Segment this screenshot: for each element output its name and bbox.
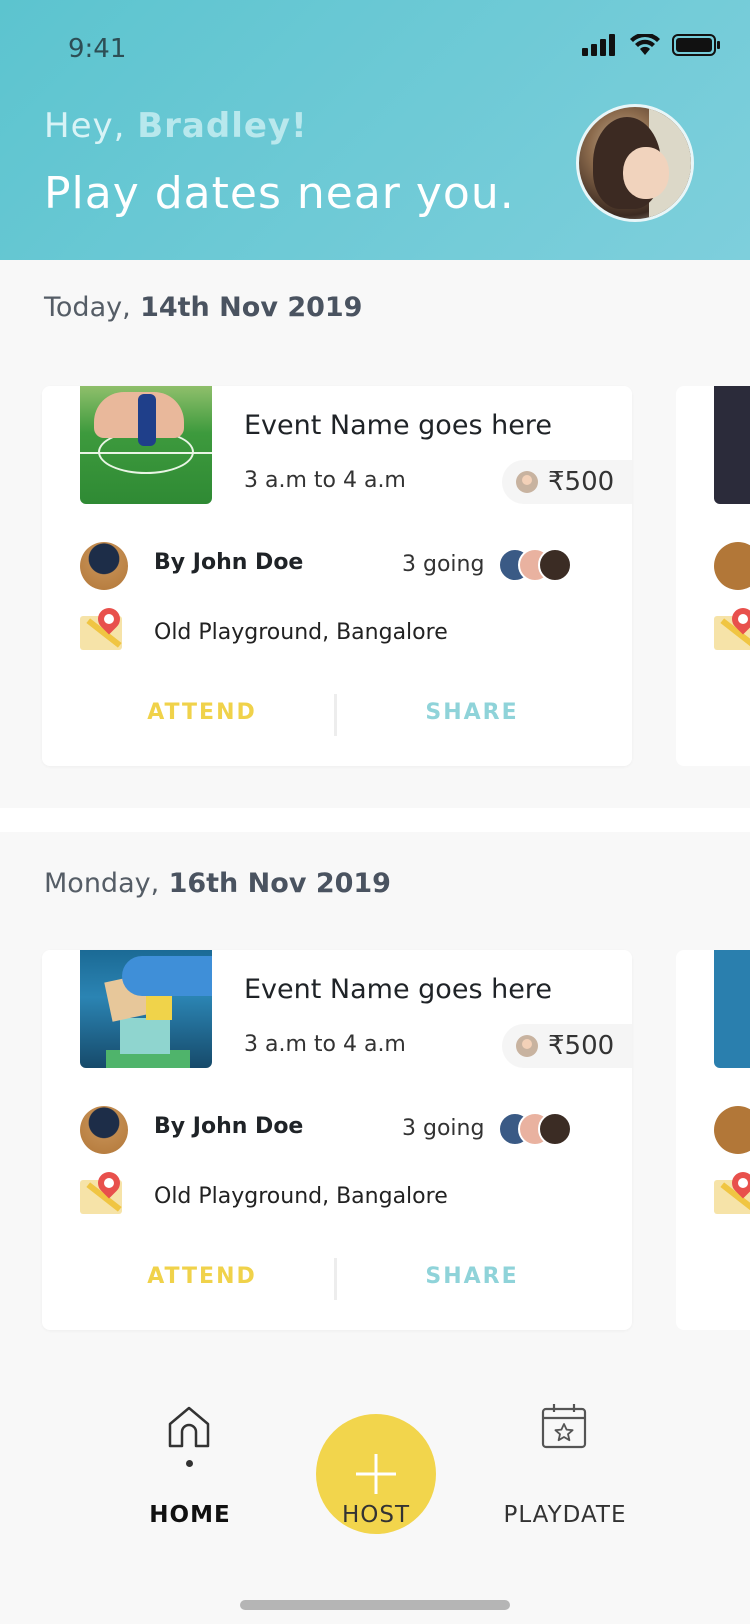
- divider: [334, 694, 337, 736]
- active-indicator: [186, 1460, 193, 1467]
- attendee-avatars[interactable]: [498, 1112, 578, 1146]
- nav-home[interactable]: HOME: [130, 1502, 250, 1528]
- wifi-icon: [630, 34, 660, 55]
- date-prefix: Monday,: [44, 868, 160, 899]
- avatar: [538, 1112, 572, 1146]
- event-card[interactable]: Event Name goes here 3 a.m to 4 a.m ₹500…: [42, 386, 632, 766]
- profile-avatar[interactable]: [576, 104, 694, 222]
- price: ₹500: [548, 1031, 615, 1061]
- calendar-star-icon[interactable]: [540, 1402, 588, 1450]
- price-badge: ₹500: [502, 1024, 632, 1068]
- location: Old Playground, Bangalore: [154, 1184, 448, 1209]
- nav-host[interactable]: HOST: [316, 1502, 436, 1528]
- date-prefix: Today,: [44, 292, 131, 323]
- map-pin-icon: [80, 1167, 125, 1214]
- attend-button[interactable]: ATTEND: [112, 700, 292, 734]
- event-thumbnail: [714, 386, 750, 504]
- bottom-nav: HOME HOST PLAYDATE: [0, 1352, 750, 1624]
- map-pin-icon: [714, 1167, 750, 1214]
- event-time: 3 a.m to 4 a.m: [244, 1032, 406, 1057]
- event-thumbnail: [80, 950, 212, 1068]
- attendee-avatars[interactable]: [498, 548, 578, 582]
- host-avatar[interactable]: [80, 1106, 128, 1154]
- avatar: [538, 548, 572, 582]
- going-count: 3 going: [402, 552, 485, 577]
- section-divider: [0, 808, 750, 832]
- signal-icon: [582, 34, 615, 56]
- plus-icon: [356, 1454, 396, 1494]
- event-name: Event Name goes here: [244, 974, 552, 1005]
- header: 9:41 Hey, Bradley! Play dates near you.: [0, 0, 750, 260]
- going-count: 3 going: [402, 1116, 485, 1141]
- date-label: Monday, 16th Nov 2019: [44, 868, 391, 899]
- event-card[interactable]: Event Name goes here 3 a.m to 4 a.m ₹500…: [42, 950, 632, 1330]
- date-bold: 16th Nov 2019: [159, 868, 391, 899]
- event-card-next[interactable]: [676, 950, 750, 1330]
- host-name[interactable]: By John Doe: [154, 550, 303, 575]
- date-label: Today, 14th Nov 2019: [44, 292, 362, 323]
- status-icons: [582, 32, 722, 58]
- home-indicator: [240, 1600, 510, 1610]
- page-title: Play dates near you.: [44, 168, 515, 219]
- greeting-prefix: Hey,: [44, 106, 138, 146]
- share-button[interactable]: SHARE: [382, 1264, 562, 1298]
- host-avatar: [714, 542, 750, 590]
- nav-playdate[interactable]: PLAYDATE: [490, 1502, 640, 1528]
- attend-button[interactable]: ATTEND: [112, 1264, 292, 1298]
- event-thumbnail: [714, 950, 750, 1068]
- person-icon: [516, 1035, 538, 1057]
- status-time: 9:41: [68, 34, 127, 64]
- map-pin-icon: [80, 603, 125, 650]
- event-name: Event Name goes here: [244, 410, 552, 441]
- event-thumbnail: [80, 386, 212, 504]
- date-bold: 14th Nov 2019: [130, 292, 363, 323]
- user-name: Bradley!: [137, 106, 308, 146]
- battery-icon: [672, 34, 720, 56]
- host-avatar: [714, 1106, 750, 1154]
- host-name[interactable]: By John Doe: [154, 1114, 303, 1139]
- location: Old Playground, Bangalore: [154, 620, 448, 645]
- section-monday: Monday, 16th Nov 2019 Event Name goes he…: [0, 832, 750, 1352]
- event-card-next[interactable]: [676, 386, 750, 766]
- price: ₹500: [548, 467, 615, 497]
- person-icon: [516, 471, 538, 493]
- event-time: 3 a.m to 4 a.m: [244, 468, 406, 493]
- map-pin-icon: [714, 603, 750, 650]
- host-avatar[interactable]: [80, 542, 128, 590]
- price-badge: ₹500: [502, 460, 632, 504]
- home-icon[interactable]: [166, 1404, 212, 1450]
- greeting: Hey, Bradley!: [44, 106, 308, 146]
- divider: [334, 1258, 337, 1300]
- section-today: Today, 14th Nov 2019 Event Name goes her…: [0, 260, 750, 808]
- share-button[interactable]: SHARE: [382, 700, 562, 734]
